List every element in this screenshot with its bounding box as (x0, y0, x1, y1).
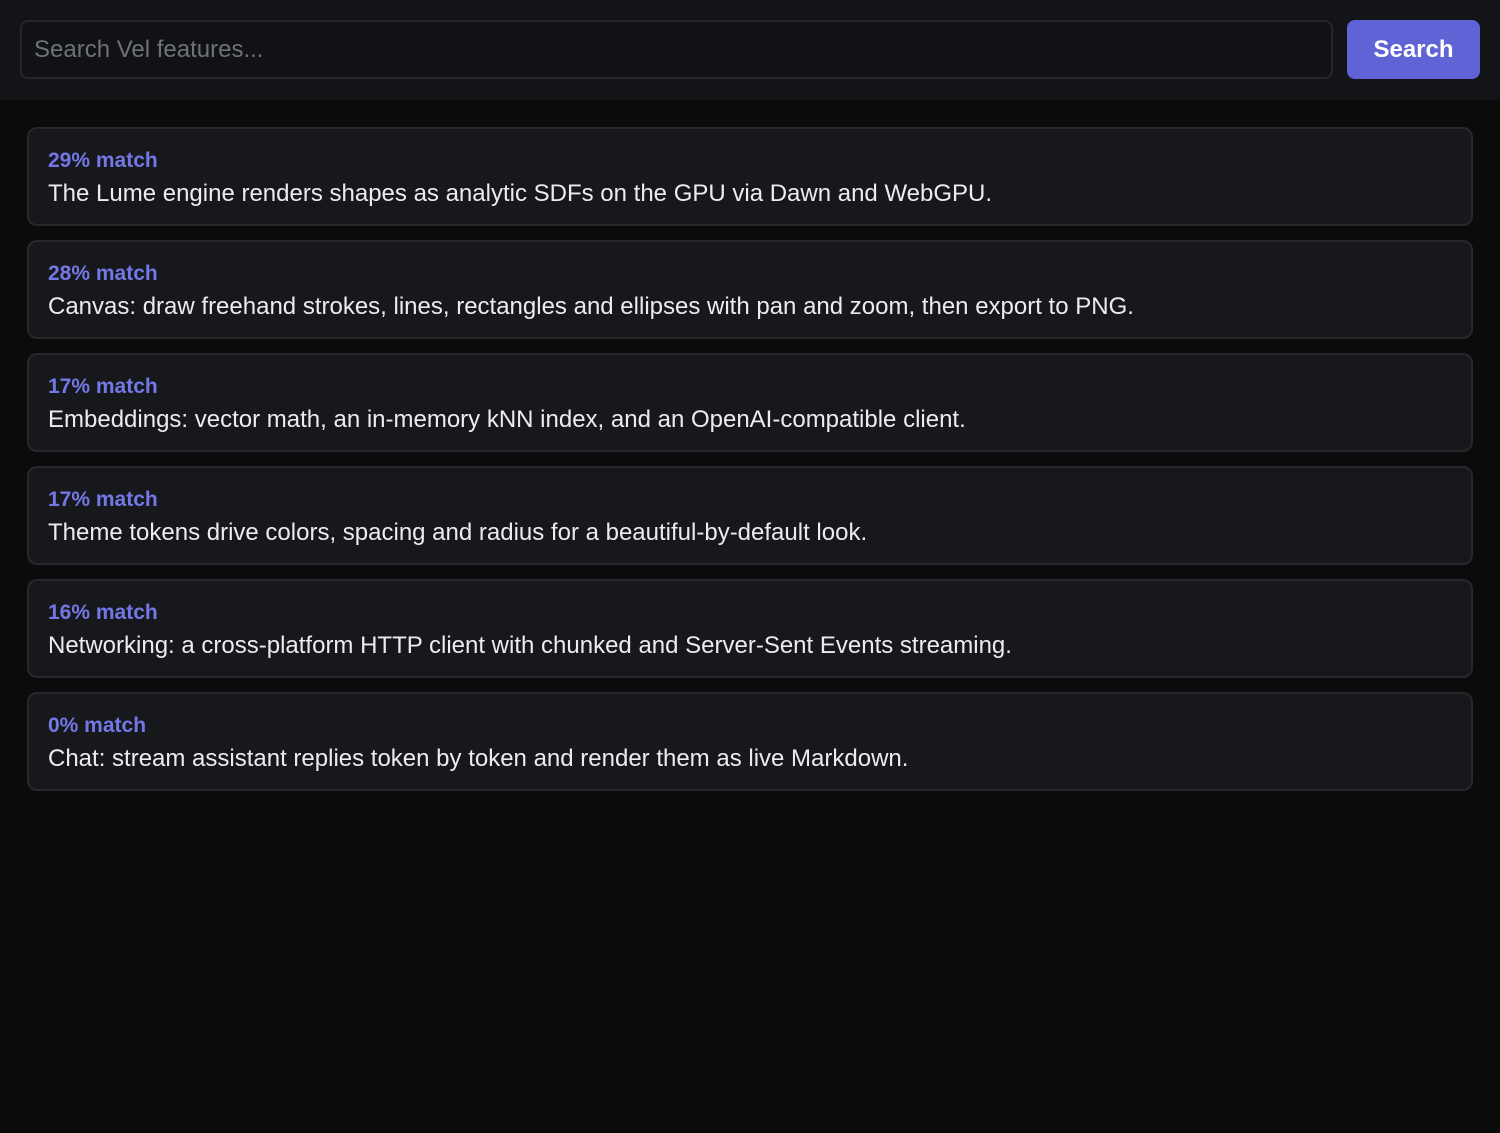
result-text: Networking: a cross-platform HTTP client… (48, 632, 1012, 659)
result-text: Chat: stream assistant replies token by … (48, 745, 909, 772)
search-input[interactable] (20, 20, 1333, 79)
result-text: The Lume engine renders shapes as analyt… (48, 180, 993, 207)
match-score: 0% match (48, 714, 147, 737)
match-score: 17% match (48, 375, 158, 398)
result-card[interactable]: 17% match Theme tokens drive colors, spa… (27, 466, 1473, 565)
result-card[interactable]: 28% match Canvas: draw freehand strokes,… (27, 240, 1473, 339)
result-card[interactable]: 29% match The Lume engine renders shapes… (27, 127, 1473, 226)
search-bar: Search (0, 0, 1500, 100)
result-text: Theme tokens drive colors, spacing and r… (48, 519, 868, 546)
result-text: Embeddings: vector math, an in-memory kN… (48, 406, 966, 433)
match-score: 17% match (48, 488, 158, 511)
result-text: Canvas: draw freehand strokes, lines, re… (48, 293, 1134, 320)
match-score: 29% match (48, 149, 158, 172)
search-button[interactable]: Search (1347, 20, 1480, 79)
result-card[interactable]: 0% match Chat: stream assistant replies … (27, 692, 1473, 791)
result-card[interactable]: 17% match Embeddings: vector math, an in… (27, 353, 1473, 452)
match-score: 28% match (48, 262, 158, 285)
result-card[interactable]: 16% match Networking: a cross-platform H… (27, 579, 1473, 678)
match-score: 16% match (48, 601, 158, 624)
results-list: 29% match The Lume engine renders shapes… (27, 127, 1473, 805)
